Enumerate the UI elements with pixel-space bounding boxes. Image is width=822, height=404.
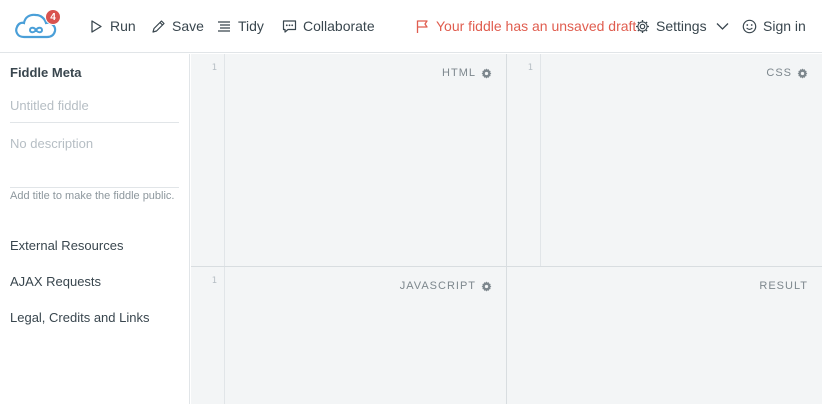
gear-icon — [797, 67, 808, 79]
css-panel-header[interactable]: CSS — [766, 67, 808, 79]
line-number: 1 — [527, 63, 533, 73]
chat-bubble-icon — [282, 19, 297, 33]
line-number: 1 — [211, 63, 217, 73]
notification-badge[interactable]: 4 — [45, 9, 61, 25]
javascript-panel-header[interactable]: JAVASCRIPT — [400, 280, 492, 292]
sign-in-button[interactable]: Sign in — [742, 16, 806, 36]
collaborate-button[interactable]: Collaborate — [282, 16, 375, 36]
line-gutter: 1 — [191, 54, 225, 266]
draft-label: Your fiddle has an unsaved draft — [436, 18, 637, 34]
javascript-label: JAVASCRIPT — [399, 280, 476, 292]
line-number: 1 — [211, 276, 217, 286]
collaborate-label: Collaborate — [303, 18, 375, 34]
settings-dropdown[interactable]: Settings — [635, 16, 730, 36]
smiley-icon — [742, 19, 757, 33]
result-label: RESULT — [759, 280, 808, 292]
unsaved-draft-notice[interactable]: Your fiddle has an unsaved draft — [415, 16, 636, 36]
tidy-label: Tidy — [238, 18, 264, 34]
run-label: Run — [110, 18, 136, 34]
pencil-icon — [152, 19, 165, 33]
sidebar-item-legal-credits[interactable]: Legal, Credits and Links — [10, 310, 149, 325]
fiddle-description-input[interactable]: No description — [10, 136, 179, 188]
chevron-down-icon — [716, 22, 729, 30]
line-gutter: 1 — [191, 267, 225, 404]
tidy-button[interactable]: Tidy — [217, 16, 264, 36]
save-label: Save — [172, 18, 204, 34]
play-icon — [91, 19, 102, 33]
gear-icon — [636, 19, 649, 33]
top-toolbar: 4 Run Save Tidy Collaborate Your fiddle … — [0, 0, 822, 53]
fiddle-title-input[interactable]: Untitled fiddle — [10, 98, 179, 123]
javascript-editor-panel[interactable]: 1 JAVASCRIPT — [191, 267, 506, 404]
html-panel-header[interactable]: HTML — [442, 67, 492, 79]
css-editor-panel[interactable]: 1 CSS — [507, 54, 822, 266]
result-panel-header: RESULT — [759, 280, 808, 292]
flag-icon — [416, 19, 428, 33]
settings-label: Settings — [656, 18, 707, 34]
gear-icon — [481, 67, 492, 79]
horizontal-resize-divider[interactable] — [191, 266, 822, 267]
align-lines-icon — [218, 20, 230, 32]
sidebar-item-external-resources[interactable]: External Resources — [10, 238, 123, 253]
css-label: CSS — [766, 67, 792, 79]
public-hint: Add title to make the fiddle public. — [10, 190, 175, 202]
sidebar-item-ajax-requests[interactable]: AJAX Requests — [10, 274, 101, 289]
run-button[interactable]: Run — [89, 16, 136, 36]
gear-icon — [481, 280, 492, 292]
line-gutter: 1 — [507, 54, 541, 266]
save-button[interactable]: Save — [151, 16, 204, 36]
vertical-resize-divider[interactable] — [506, 54, 507, 404]
fiddle-meta-heading: Fiddle Meta — [10, 65, 82, 80]
html-label: HTML — [442, 67, 476, 79]
sidebar: Fiddle Meta Untitled fiddle No descripti… — [0, 54, 190, 404]
html-editor-panel[interactable]: 1 HTML — [191, 54, 506, 266]
result-panel[interactable]: RESULT — [507, 267, 822, 404]
signin-label: Sign in — [763, 18, 806, 34]
